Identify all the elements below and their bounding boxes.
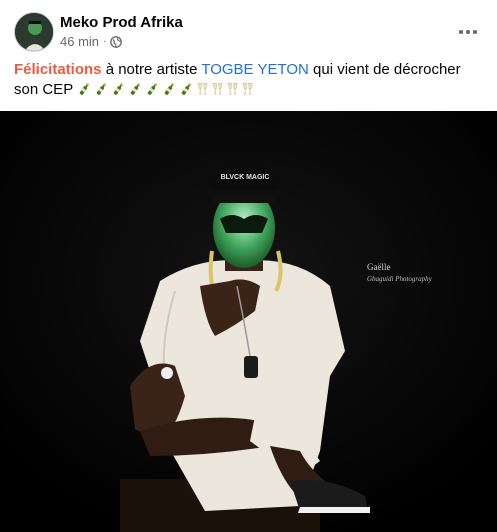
watermark-line1: Gaëlle xyxy=(367,262,390,272)
more-options-button[interactable] xyxy=(452,16,484,48)
post-time[interactable]: 46 min xyxy=(60,34,99,49)
champagne-bottle-icon xyxy=(79,82,90,95)
clinking-glasses-icon xyxy=(242,83,253,95)
champagne-bottle-icon xyxy=(113,82,124,95)
artist-link[interactable]: TOGBE YETON xyxy=(201,61,309,78)
watermark-line2: Gbaguidi Photography xyxy=(367,275,433,283)
champagne-bottle-icon xyxy=(96,82,107,95)
post-meta: 46 min · xyxy=(60,34,123,49)
text-middle: à notre artiste xyxy=(101,61,202,78)
cap-text: BLVCK MAGIC xyxy=(221,174,270,181)
champagne-bottle-icon xyxy=(164,82,175,95)
post-photo[interactable]: BLVCK MAGIC Gaëlle Gbaguidi Photography xyxy=(0,111,497,532)
meta-separator: · xyxy=(103,36,107,47)
clinking-glasses-icon xyxy=(227,83,238,95)
highlight-word: Félicitations xyxy=(14,61,102,78)
globe-icon[interactable] xyxy=(110,35,123,48)
champagne-bottle-icon xyxy=(147,82,158,95)
author-avatar[interactable] xyxy=(14,12,54,52)
clinking-glasses-icon xyxy=(212,83,223,95)
emoji-row xyxy=(77,81,254,97)
post-text: Félicitations à notre artiste TOGBE YETO… xyxy=(14,60,484,100)
post-header: Meko Prod Afrika 46 min · xyxy=(10,10,490,54)
clinking-glasses-icon xyxy=(197,83,208,95)
facebook-post: Meko Prod Afrika 46 min · Félicitations … xyxy=(0,0,497,532)
author-name[interactable]: Meko Prod Afrika xyxy=(60,14,183,31)
champagne-bottle-icon xyxy=(130,82,141,95)
champagne-bottle-icon xyxy=(181,82,192,95)
